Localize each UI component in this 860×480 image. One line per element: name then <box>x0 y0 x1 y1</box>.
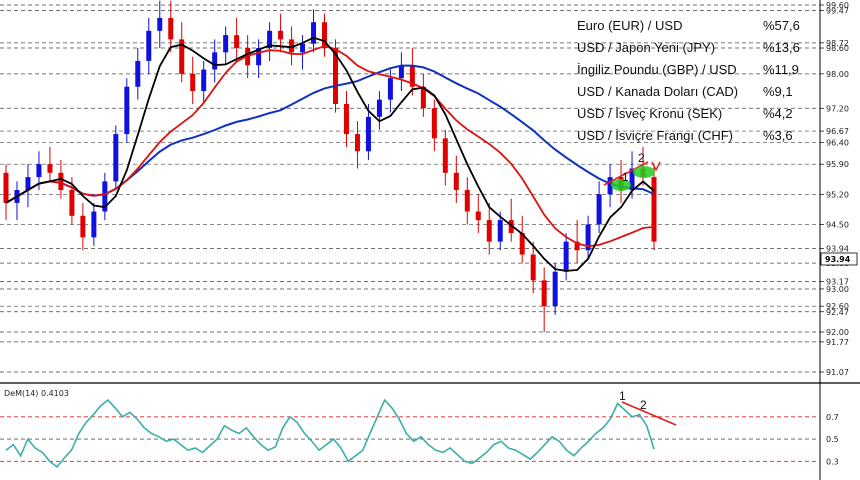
candle-bull <box>124 86 130 135</box>
price-tick-label: 94.50 <box>826 220 849 229</box>
candle-bull <box>36 164 42 178</box>
price-tick-label: 96.67 <box>826 127 849 136</box>
legend-label: USD / Kanada Doları (CAD) <box>577 84 738 99</box>
candle-bear <box>168 17 174 40</box>
price-axis: 99.6099.4798.7298.6098.0097.2096.6796.40… <box>820 1 849 377</box>
price-tick-label: 96.40 <box>826 139 849 148</box>
price-tick-label: 97.20 <box>826 104 849 113</box>
price-tick-label: 91.07 <box>826 368 849 377</box>
candle-bear <box>453 172 459 191</box>
candle-bull <box>223 35 229 53</box>
price-tick-label: 98.60 <box>826 44 849 53</box>
highlight-top-2 <box>633 166 655 178</box>
candle-bull <box>398 65 404 79</box>
legend-label: USD / Japon Yeni (JPY) <box>577 40 715 55</box>
candle-bear <box>234 35 240 49</box>
price-top-2-label: 2 <box>638 151 645 165</box>
candle-bull <box>300 43 306 53</box>
candle-bear <box>190 73 196 92</box>
indicator-tick-label: 0.5 <box>826 435 839 444</box>
candle-bull <box>113 134 119 182</box>
candle-bull <box>311 22 317 44</box>
candle-bull <box>201 69 207 92</box>
price-tick-label: 98.00 <box>826 70 849 79</box>
legend-value: %4,2 <box>763 106 793 121</box>
candle-bull <box>563 241 569 272</box>
price-tick-label: 93.00 <box>826 285 849 294</box>
legend-label: İngiliz Poundu (GBP) / USD <box>577 62 737 77</box>
candle-bull <box>365 116 371 152</box>
price-tick-label: 91.77 <box>826 338 849 347</box>
candle-bear <box>475 211 481 221</box>
price-top-1-label: 1 <box>622 170 629 184</box>
candle-bear <box>442 138 448 173</box>
candle-bear <box>431 108 437 139</box>
indicator-tick-label: 0.7 <box>826 413 839 422</box>
candle-bull <box>91 211 97 238</box>
ind-top-1-label: 1 <box>619 389 626 403</box>
candle-bear <box>343 103 349 135</box>
price-tick-label: 99.47 <box>826 7 849 16</box>
candle-bear <box>651 177 657 242</box>
forex-chart: 99.6099.4798.7298.6098.0097.2096.6796.40… <box>0 0 860 480</box>
candle-bear <box>3 172 9 203</box>
candle-bull <box>497 220 503 242</box>
candle-bull <box>135 60 141 87</box>
candle-bear <box>69 190 75 216</box>
indicator-title: DeM(14) 0.4103 <box>4 389 69 398</box>
candle-bull <box>387 78 393 100</box>
price-tick-label: 95.90 <box>826 160 849 169</box>
ind-top-2-label: 2 <box>640 398 647 412</box>
legend-label: USD / İsveç Kronu (SEK) <box>577 106 722 121</box>
candle-bear <box>278 30 284 40</box>
legend-value: %9,1 <box>763 84 793 99</box>
candle-bull <box>212 52 218 70</box>
candle-bear <box>80 215 86 238</box>
candle-bull <box>376 99 382 117</box>
price-tick-label: 93.94 <box>826 245 849 254</box>
legend-label: Euro (EUR) / USD <box>577 18 682 33</box>
current-price-marker: 93.94 <box>820 252 858 266</box>
indicator-panel-bg <box>0 386 820 480</box>
indicator-tick-label: 0.3 <box>826 457 839 466</box>
price-tick-label: 92.00 <box>826 328 849 337</box>
legend-label: USD / İsviçre Frangı (CHF) <box>577 128 733 143</box>
legend-value: %57,6 <box>763 18 800 33</box>
candle-bear <box>58 172 64 191</box>
price-tick-label: 92.47 <box>826 308 849 317</box>
legend-value: %11,9 <box>763 62 799 77</box>
price-tick-label: 95.20 <box>826 190 849 199</box>
candle-bull <box>146 30 152 61</box>
current-price-label: 93.94 <box>825 255 851 264</box>
candle-bull <box>157 17 163 31</box>
candle-bear <box>354 134 360 152</box>
price-panel-bg <box>0 0 820 380</box>
candle-bear <box>541 280 547 307</box>
candle-bear <box>486 220 492 242</box>
candle-bear <box>47 164 53 173</box>
candle-bull <box>596 194 602 225</box>
candle-bear <box>464 190 470 212</box>
candle-bear <box>530 254 536 281</box>
candle-bull <box>552 271 558 307</box>
legend-value: %3,6 <box>763 128 793 143</box>
legend-value: %13,6 <box>763 40 800 55</box>
indicator-axis: 0.7 0.5 0.3 <box>826 413 839 467</box>
